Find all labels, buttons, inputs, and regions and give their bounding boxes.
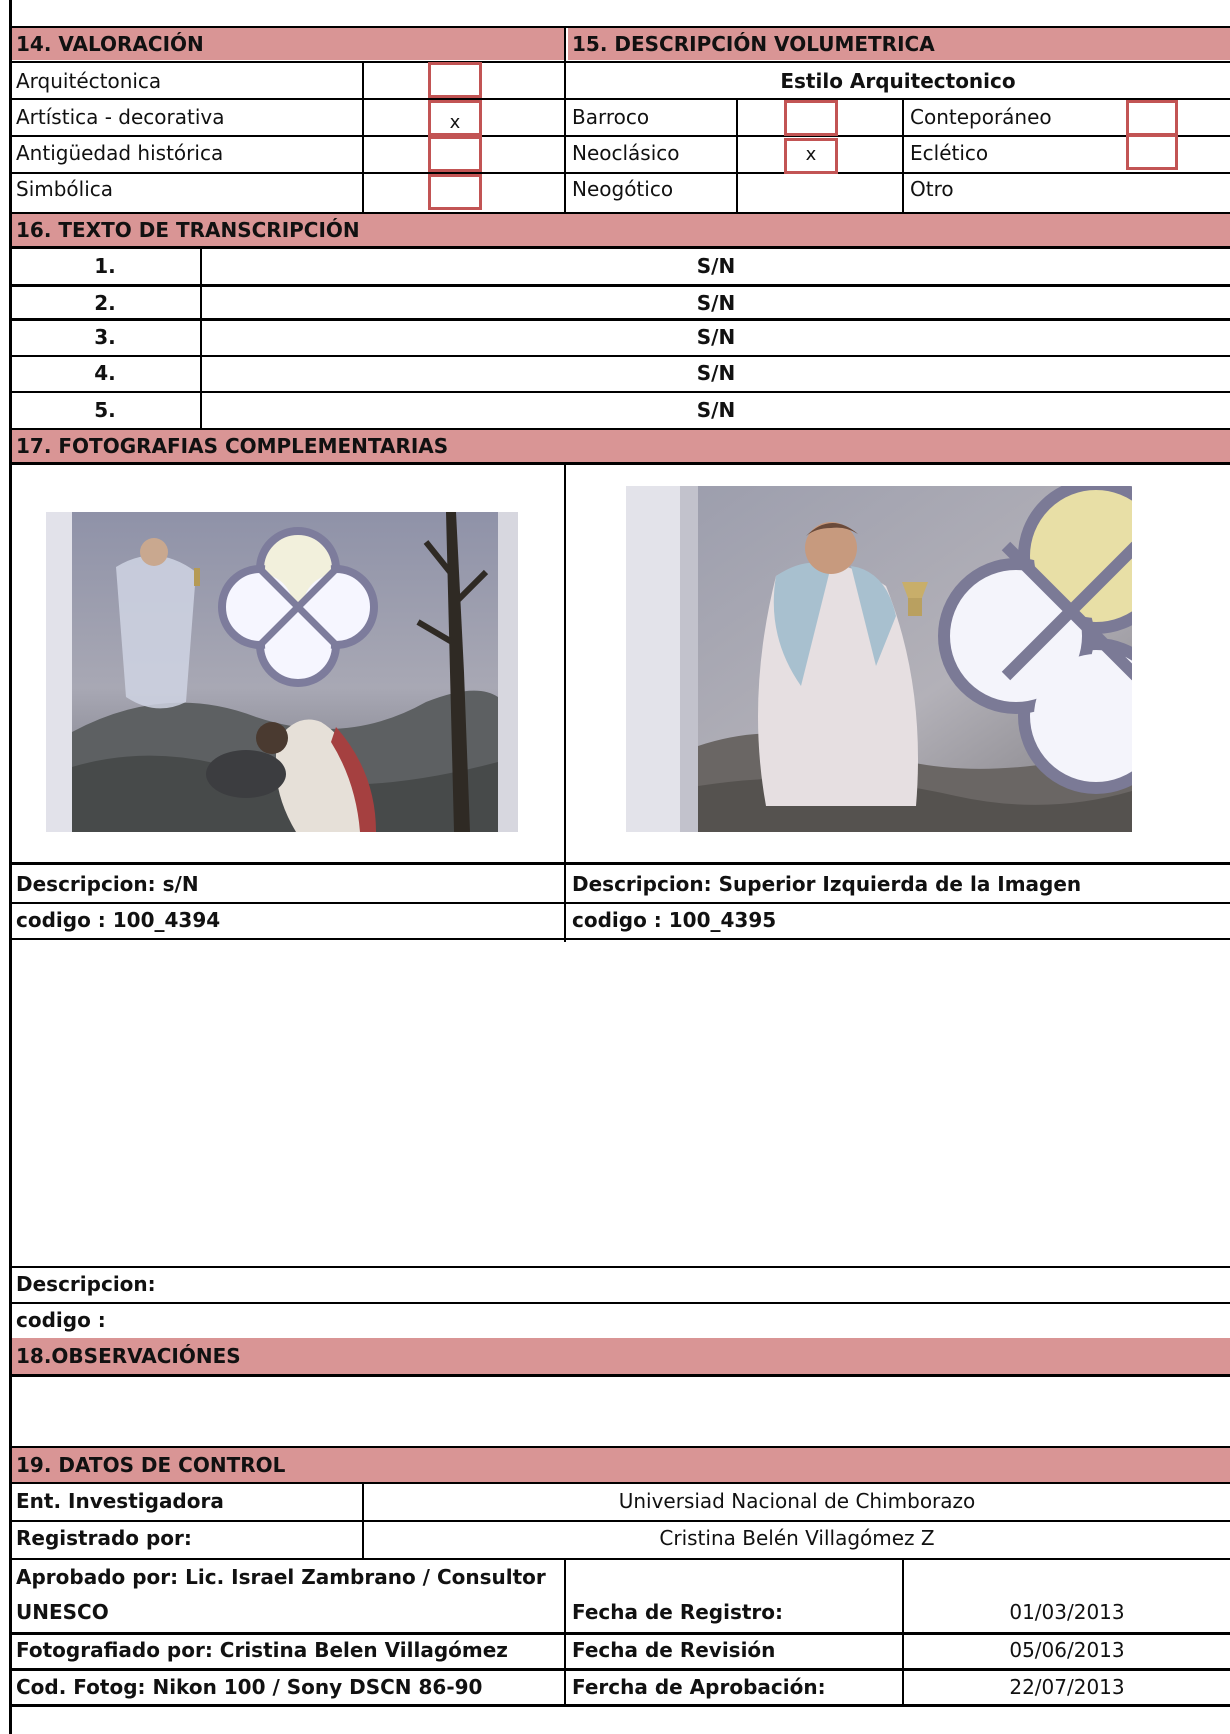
valoracion-label-simbolica: Simbólica	[16, 177, 114, 201]
valoracion-checkbox-antiguedad[interactable]	[428, 136, 482, 172]
estilo-label-neogotico: Neogótico	[572, 177, 674, 201]
rule	[736, 98, 738, 212]
registrado-por-label: Registrado por:	[16, 1526, 192, 1550]
valoracion-label-artistica: Artística - decorativa	[16, 105, 225, 129]
fecha-registro-label: Fecha de Registro:	[572, 1600, 784, 1624]
section-18-header: 18.OBSERVACIÓNES	[12, 1338, 1230, 1374]
fecha-aprobacion-value: 22/07/2013	[1009, 1675, 1125, 1699]
estilo-label-ecletico: Eclético	[910, 141, 989, 165]
fecha-registro-value: 01/03/2013	[1009, 1600, 1125, 1624]
photo-1-codigo: codigo : 100_4394	[16, 908, 221, 932]
estilo-label-conteporaneo: Conteporáneo	[910, 105, 1052, 129]
rule	[10, 1704, 1230, 1707]
transcripcion-num: 2.	[94, 291, 116, 315]
transcripcion-text: S/N	[696, 254, 736, 278]
section-14-header: 14. VALORACIÓN	[12, 28, 564, 60]
estilo-checkbox-barroco[interactable]	[784, 100, 838, 136]
transcripcion-text: S/N	[696, 291, 736, 315]
aprobado-por-line-1: Aprobado por: Lic. Israel Zambrano / Con…	[16, 1565, 546, 1589]
fecha-aprobacion-label: Fercha de Aprobación:	[572, 1675, 826, 1699]
rule	[564, 1558, 566, 1706]
fecha-revision-value: 05/06/2013	[1009, 1638, 1125, 1662]
transcripcion-num: 5.	[94, 398, 116, 422]
transcripcion-text: S/N	[696, 398, 736, 422]
rule	[10, 938, 1230, 940]
rule	[902, 98, 904, 212]
ent-investigadora-value: Universiad Nacional de Chimborazo	[618, 1489, 976, 1513]
estilo-checkbox-ecletico[interactable]	[1126, 134, 1178, 170]
aprobado-por-line-2: UNESCO	[16, 1600, 109, 1624]
rule	[10, 61, 1230, 63]
ent-investigadora-label: Ent. Investigadora	[16, 1489, 224, 1513]
rule	[10, 462, 1230, 465]
section-15-header: 15. DESCRIPCIÓN VOLUMETRICA	[568, 28, 1230, 60]
photo-2-descripcion: Descripcion: Superior Izquierda de la Im…	[572, 872, 1082, 896]
rule	[564, 462, 566, 942]
section-16-header: 16. TEXTO DE TRANSCRIPCIÓN	[12, 214, 1230, 246]
valoracion-checkbox-artistica[interactable]: x	[428, 100, 482, 136]
estilo-label-otro: Otro	[910, 177, 954, 201]
valoracion-checkbox-simbolica[interactable]	[428, 174, 482, 210]
valoracion-label-antiguedad: Antigüedad histórica	[16, 141, 224, 165]
photo-3-codigo: codigo :	[16, 1308, 106, 1332]
estilo-label-neoclasico: Neoclásico	[572, 141, 680, 165]
rule	[10, 862, 1230, 865]
photo-2-codigo: codigo : 100_4395	[572, 908, 777, 932]
cod-fotog: Cod. Fotog: Nikon 100 / Sony DSCN 86-90	[16, 1675, 483, 1699]
rule	[902, 1558, 904, 1706]
transcripcion-text: S/N	[696, 325, 736, 349]
rule	[10, 1374, 1230, 1377]
fecha-revision-label: Fecha de Revisión	[572, 1638, 776, 1662]
transcripcion-num: 1.	[94, 254, 116, 278]
transcripcion-num: 3.	[94, 325, 116, 349]
section-17-header: 17. FOTOGRAFIAS COMPLEMENTARIAS	[12, 430, 1230, 462]
rule	[362, 1482, 364, 1558]
valoracion-label-arquitectonica: Arquitéctonica	[16, 69, 162, 93]
section-19-header: 19. DATOS DE CONTROL	[12, 1448, 1230, 1482]
estilo-checkbox-neoclasico[interactable]: x	[784, 138, 838, 174]
rule	[564, 26, 566, 212]
estilo-label-barroco: Barroco	[572, 105, 650, 129]
photo-100-4394	[46, 512, 518, 832]
photo-1-descripcion: Descripcion: s/N	[16, 872, 199, 896]
photo-100-4395	[626, 486, 1132, 832]
registrado-por-value: Cristina Belén Villagómez Z	[659, 1526, 935, 1550]
fotografiado-por: Fotografiado por: Cristina Belen Villagó…	[16, 1638, 508, 1662]
transcripcion-num: 4.	[94, 361, 116, 385]
valoracion-checkbox-arquitectonica[interactable]	[428, 62, 482, 98]
estilo-checkbox-conteporaneo[interactable]	[1126, 100, 1178, 136]
transcripcion-text: S/N	[696, 361, 736, 385]
estilo-subheader: Estilo Arquitectonico	[780, 69, 1016, 93]
photo-3-descripcion: Descripcion:	[16, 1272, 156, 1296]
